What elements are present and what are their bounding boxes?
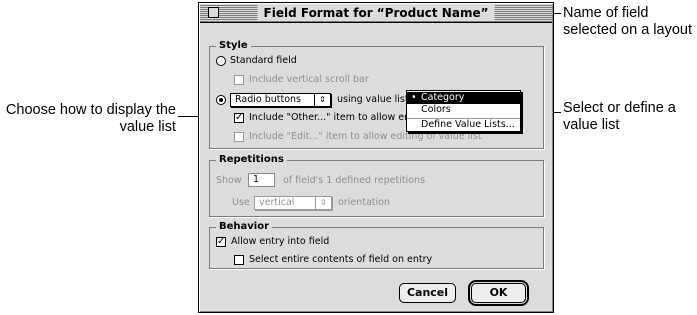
orientation-popup[interactable]: vertical ⇕ — [254, 196, 332, 210]
behavior-group: Behavior ✓ Allow entry into field Select… — [209, 220, 544, 269]
close-box-icon[interactable] — [208, 7, 219, 18]
repetitions-count-input[interactable]: 1 — [248, 173, 275, 187]
include-other-checkbox[interactable]: ✓ — [234, 113, 244, 123]
checkmark-icon: ✓ — [217, 236, 226, 247]
orientation-label: orientation — [338, 197, 390, 208]
allow-entry-label: Allow entry into field — [231, 236, 330, 247]
callout-select-value-list: Select or define a value list — [563, 100, 676, 133]
repetitions-group: Repetitions Show 1 of field's 1 defined … — [209, 153, 544, 217]
orientation-value: vertical — [259, 197, 295, 208]
select-entire-checkbox[interactable] — [234, 255, 244, 265]
menu-item-label: Define Value Lists... — [421, 119, 515, 130]
style-group-label: Style — [216, 39, 251, 53]
menu-item-label: Category — [421, 92, 465, 103]
using-value-list-label: using value list — [337, 94, 409, 105]
standard-field-label: Standard field — [230, 55, 297, 66]
display-as-value: Radio buttons — [235, 94, 301, 105]
vertical-scroll-label: Include vertical scroll bar — [249, 74, 369, 85]
menu-item-colors[interactable]: Colors — [407, 104, 520, 116]
cancel-button[interactable]: Cancel — [399, 283, 456, 303]
allow-entry-checkbox[interactable]: ✓ — [216, 237, 226, 247]
popup-arrow-icon: ⇕ — [314, 94, 330, 106]
menu-item-define-value-lists[interactable]: Define Value Lists... — [407, 119, 520, 131]
menu-item-label: Colors — [421, 104, 451, 115]
callout-field-name: Name of field selected on a layout — [563, 5, 692, 38]
vertical-scroll-checkbox[interactable] — [234, 75, 244, 85]
menu-item-category[interactable]: • Category — [407, 92, 520, 104]
include-edit-checkbox[interactable] — [234, 132, 244, 142]
include-edit-label: Include "Edit..." item to allow editing … — [249, 131, 482, 142]
repetitions-group-label: Repetitions — [216, 153, 287, 167]
standard-field-radio[interactable] — [216, 56, 226, 66]
bullet-icon: • — [411, 92, 417, 103]
title-bar[interactable]: Field Format for “Product Name” — [200, 4, 552, 23]
orientation-arrow-icon: ⇕ — [315, 197, 331, 209]
radio-on-icon[interactable] — [216, 95, 226, 105]
behavior-group-label: Behavior — [216, 220, 273, 234]
field-format-dialog: Field Format for “Product Name” Style St… — [198, 2, 554, 313]
select-entire-label: Select entire contents of field on entry — [249, 254, 433, 265]
show-label: Show — [216, 175, 242, 186]
include-other-label: Include "Other..." item to allow entr — [249, 112, 418, 123]
value-list-menu: • Category Colors Define Value Lists... — [406, 90, 521, 132]
display-as-popup[interactable]: Radio buttons ⇕ — [230, 93, 331, 107]
ok-button[interactable]: OK — [468, 280, 529, 306]
of-defined-label: of field's 1 defined repetitions — [283, 175, 426, 186]
dialog-title: Field Format for “Product Name” — [257, 5, 495, 21]
use-label: Use — [232, 197, 250, 208]
checkmark-icon: ✓ — [235, 112, 244, 123]
callout-display-value-list: Choose how to display the value list — [5, 102, 176, 135]
